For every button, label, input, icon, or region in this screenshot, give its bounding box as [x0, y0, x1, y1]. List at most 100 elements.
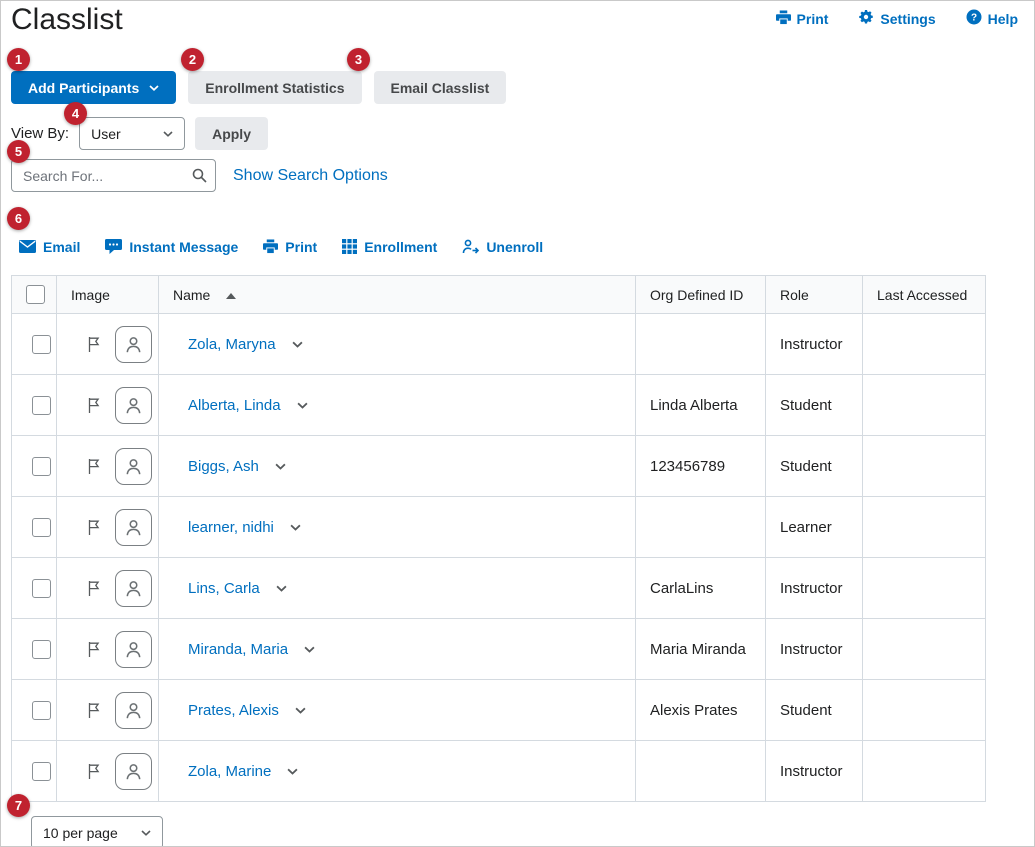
flag-icon[interactable] [88, 580, 100, 597]
unenroll-action[interactable]: Unenroll [462, 239, 543, 254]
chevron-down-icon[interactable] [276, 585, 287, 592]
email-classlist-label: Email Classlist [390, 79, 490, 96]
chevron-down-icon[interactable] [290, 524, 301, 531]
row-checkbox-cell [11, 435, 57, 497]
row-checkbox-cell [11, 374, 57, 436]
user-name-link[interactable]: Miranda, Maria [188, 641, 288, 658]
row-last-accessed-cell [862, 374, 986, 436]
row-name-cell: Miranda, Maria [158, 618, 636, 680]
flag-icon[interactable] [88, 519, 100, 536]
row-role-cell: Instructor [765, 740, 863, 802]
annotation-badge-3: 3 [347, 48, 370, 71]
view-by-select[interactable]: User [79, 117, 186, 150]
row-checkbox[interactable] [31, 517, 51, 537]
role-column-header: Role [765, 275, 863, 314]
print-link-label: Print [796, 10, 829, 27]
pagination-row: 10 per page [31, 816, 1034, 846]
table-row: Zola, Maryna Instructor [11, 313, 986, 375]
user-name-link[interactable]: Alberta, Linda [188, 397, 281, 414]
user-name-link[interactable]: Zola, Maryna [188, 336, 276, 353]
row-checkbox-cell [11, 313, 57, 375]
user-name-link[interactable]: Lins, Carla [188, 580, 260, 597]
row-checkbox[interactable] [31, 456, 51, 476]
annotation-badge-1: 1 [7, 48, 30, 71]
settings-link[interactable]: Settings [858, 9, 936, 28]
row-role-cell: Student [765, 679, 863, 741]
per-page-select[interactable]: 10 per page [31, 816, 163, 846]
classlist-toolbar: Email Instant Message Print Enrollment U… [19, 238, 1034, 255]
chevron-down-icon[interactable] [292, 341, 303, 348]
show-search-options-link[interactable]: Show Search Options [233, 167, 388, 185]
row-role-cell: Instructor [765, 313, 863, 375]
instant-message-icon [105, 239, 123, 254]
row-checkbox-cell [11, 618, 57, 680]
email-icon [19, 240, 36, 253]
row-image-cell [56, 618, 159, 680]
search-row: Show Search Options [11, 159, 1034, 192]
flag-icon[interactable] [88, 458, 100, 475]
instant-message-action-label: Instant Message [129, 238, 239, 255]
row-image-cell [56, 557, 159, 619]
header-links: Print Settings ? Help [775, 1, 1018, 28]
row-role-cell: Instructor [765, 557, 863, 619]
apply-button[interactable]: Apply [195, 117, 268, 150]
row-last-accessed-cell [862, 313, 986, 375]
chevron-down-icon[interactable] [304, 646, 315, 653]
table-row: Zola, Marine Instructor [11, 740, 986, 802]
enrollment-action[interactable]: Enrollment [342, 239, 437, 254]
help-link-label: Help [987, 10, 1018, 27]
print-action[interactable]: Print [263, 239, 317, 254]
table-row: Miranda, Maria Maria Miranda Instructor [11, 618, 986, 680]
row-last-accessed-cell [862, 557, 986, 619]
search-box [11, 159, 216, 192]
row-org-defined-id-cell: 123456789 [635, 435, 766, 497]
row-last-accessed-cell [862, 679, 986, 741]
row-checkbox[interactable] [31, 395, 51, 415]
help-icon: ? [966, 9, 982, 28]
enrollment-statistics-label: Enrollment Statistics [205, 79, 345, 96]
print-link[interactable]: Print [775, 9, 829, 28]
flag-icon[interactable] [88, 336, 100, 353]
row-checkbox[interactable] [31, 700, 51, 720]
add-participants-button[interactable]: Add Participants [11, 71, 177, 104]
select-all-cell [11, 275, 57, 314]
chevron-down-icon[interactable] [287, 768, 298, 775]
flag-icon[interactable] [88, 397, 100, 414]
avatar [115, 630, 152, 668]
gear-icon [858, 9, 874, 28]
annotation-badge-2: 2 [181, 48, 204, 71]
row-checkbox[interactable] [31, 639, 51, 659]
row-org-defined-id-cell [635, 313, 766, 375]
table-row: Lins, Carla CarlaLins Instructor [11, 557, 986, 619]
select-all-checkbox[interactable] [26, 285, 45, 304]
user-name-link[interactable]: learner, nidhi [188, 519, 274, 536]
chevron-down-icon[interactable] [297, 402, 308, 409]
flag-icon[interactable] [88, 641, 100, 658]
unenroll-icon [462, 239, 480, 254]
email-classlist-button[interactable]: Email Classlist [373, 71, 507, 104]
flag-icon[interactable] [88, 702, 100, 719]
search-input[interactable] [11, 159, 216, 192]
row-checkbox[interactable] [31, 761, 51, 781]
name-column-header[interactable]: Name [158, 275, 636, 314]
sort-ascending-icon [226, 292, 237, 299]
table-row: Prates, Alexis Alexis Prates Student [11, 679, 986, 741]
enrollment-statistics-button[interactable]: Enrollment Statistics [188, 71, 362, 104]
chevron-down-icon[interactable] [275, 463, 286, 470]
annotation-badge-5: 5 [7, 140, 30, 163]
flag-icon[interactable] [88, 763, 100, 780]
row-role-cell: Instructor [765, 618, 863, 680]
email-action[interactable]: Email [19, 240, 80, 254]
user-name-link[interactable]: Zola, Marine [188, 763, 271, 780]
instant-message-action[interactable]: Instant Message [105, 239, 238, 254]
row-image-cell [56, 496, 159, 558]
user-name-link[interactable]: Biggs, Ash [188, 458, 259, 475]
per-page-selected-value: 10 per page [43, 824, 118, 841]
help-link[interactable]: ? Help [966, 9, 1018, 28]
row-last-accessed-cell [862, 618, 986, 680]
search-icon[interactable] [192, 168, 207, 183]
chevron-down-icon[interactable] [295, 707, 306, 714]
row-checkbox[interactable] [31, 334, 51, 354]
row-checkbox[interactable] [31, 578, 51, 598]
user-name-link[interactable]: Prates, Alexis [188, 702, 279, 719]
